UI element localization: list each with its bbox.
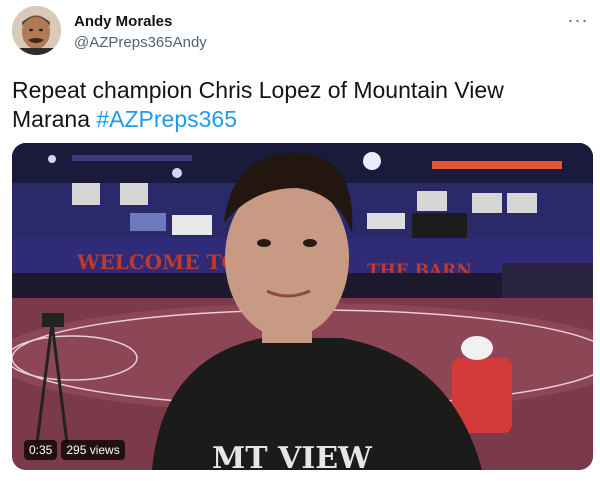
- video-player[interactable]: WELCOME TO THE BARN MT VIEW: [12, 143, 593, 470]
- more-options-button[interactable]: ···: [566, 8, 590, 32]
- avatar-image: [12, 6, 61, 55]
- video-views: 295 views: [61, 440, 125, 460]
- video-frame: WELCOME TO THE BARN MT VIEW: [12, 143, 593, 470]
- author-avatar[interactable]: [12, 6, 61, 55]
- video-duration: 0:35: [24, 440, 58, 460]
- hashtag-link[interactable]: #AZPreps365: [96, 106, 237, 132]
- tweet-body: Repeat champion Chris Lopez of Mountain …: [12, 77, 504, 132]
- author-handle[interactable]: @AZPreps365Andy: [74, 33, 207, 52]
- tweet-card[interactable]: Andy Morales @AZPreps365Andy ··· Repeat …: [0, 0, 600, 481]
- tweet-text: Repeat champion Chris Lopez of Mountain …: [12, 76, 572, 134]
- banner-left-text: WELCOME TO: [76, 250, 239, 274]
- shirt-text: MT VIEW: [212, 441, 373, 470]
- author-name[interactable]: Andy Morales: [74, 12, 207, 31]
- video-meta: 0:35 295 views: [24, 440, 125, 460]
- author-info: Andy Morales @AZPreps365Andy: [74, 12, 207, 52]
- more-horizontal-icon: ···: [567, 9, 589, 30]
